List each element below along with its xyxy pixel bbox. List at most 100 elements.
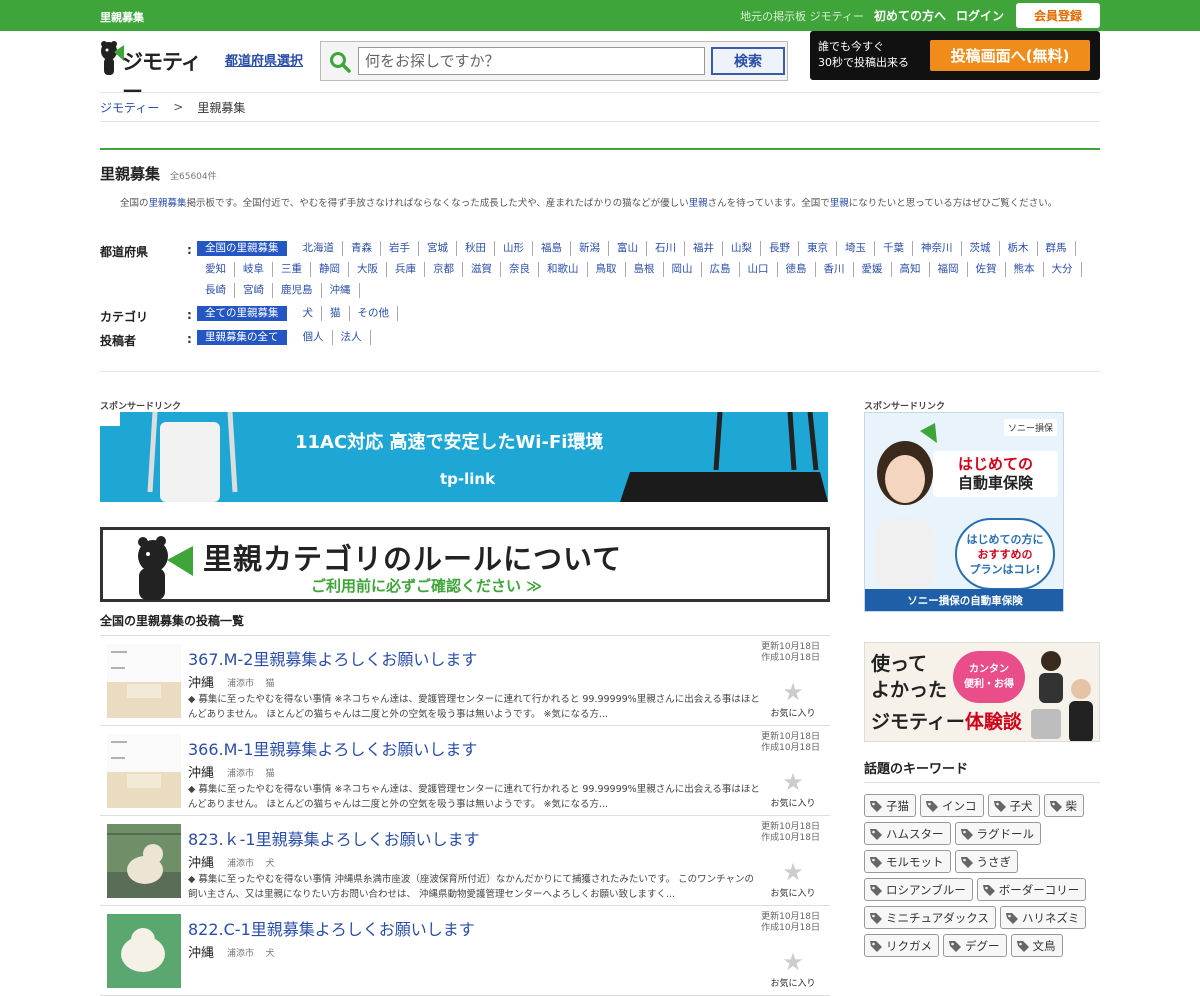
pref-filter-item[interactable]: 神奈川 — [913, 241, 962, 256]
listing-thumbnail[interactable] — [107, 734, 181, 808]
pref-filter-item[interactable]: 新潟 — [571, 241, 609, 256]
pref-filter-item[interactable]: 岩手 — [381, 241, 419, 256]
prefecture-select-link[interactable]: 都道府県選択 — [225, 50, 303, 69]
pref-filter-item[interactable]: 宮崎 — [235, 283, 273, 298]
favorite-button[interactable]: ★ お気に入り — [768, 770, 818, 809]
pref-filter-item[interactable]: 三重 — [273, 262, 311, 277]
search-input[interactable] — [358, 47, 705, 75]
category-filter-item[interactable]: 犬 — [295, 306, 322, 321]
keyword-tag[interactable]: ボーダーコリー — [976, 878, 1087, 901]
listing-title-link[interactable]: 366.M-1里親募集よろしくお願いします — [188, 736, 477, 760]
category-filter-active[interactable]: 全ての里親募集 — [197, 306, 287, 321]
listing-thumbnail[interactable] — [107, 644, 181, 718]
pref-filter-item[interactable]: 福岡 — [930, 262, 968, 277]
breadcrumb-home[interactable]: ジモティー — [100, 99, 159, 116]
poster-filter-active[interactable]: 里親募集の全て — [197, 330, 287, 345]
keyword-tag[interactable]: 子猫 — [864, 794, 916, 817]
poster-filter-item[interactable]: 個人 — [295, 330, 333, 345]
pref-filter-item[interactable]: 和歌山 — [539, 262, 588, 277]
pref-filter-item[interactable]: 茨城 — [962, 241, 1000, 256]
list-item[interactable]: 822.C-1里親募集よろしくお願いします 沖縄 浦添市 犬更新10月18日 作成10… — [100, 906, 830, 996]
pref-filter-item[interactable]: 広島 — [702, 262, 740, 277]
first-time-link[interactable]: 初めての方へ — [874, 7, 946, 24]
keyword-tag[interactable]: 柴 — [1043, 794, 1084, 817]
search-button[interactable]: 検索 — [711, 47, 785, 75]
experience-banner[interactable]: 使って よかった カンタン 便利・お得 ジモティー体験談 — [864, 642, 1100, 742]
site-logo[interactable]: ジモティー — [100, 39, 220, 104]
listing-title-link[interactable]: 823.ｋ-1里親募集よろしくお願いします — [188, 826, 480, 850]
pref-filter-item[interactable]: 北海道 — [295, 241, 343, 256]
desc-link-satooya-boshu[interactable]: 里親募集 — [149, 198, 187, 209]
pref-filter-item[interactable]: 福島 — [533, 241, 571, 256]
desc-link-satooya-2[interactable]: 里親 — [830, 198, 849, 209]
pref-filter-item[interactable]: 山形 — [495, 241, 533, 256]
category-filter-item[interactable]: 猫 — [322, 306, 350, 321]
login-link[interactable]: ログイン — [956, 7, 1004, 24]
pref-filter-item[interactable]: 兵庫 — [387, 262, 425, 277]
pref-filter-item[interactable]: 高知 — [892, 262, 930, 277]
keyword-tag[interactable]: ロシアンブルー — [864, 878, 973, 901]
keyword-tag[interactable]: 文鳥 — [1010, 934, 1063, 957]
pref-filter-item[interactable]: 奈良 — [501, 262, 539, 277]
pref-filter-item[interactable]: 大分 — [1044, 262, 1082, 277]
listing-thumbnail[interactable] — [107, 824, 181, 898]
pref-filter-item[interactable]: 青森 — [343, 241, 381, 256]
keyword-tag[interactable]: ラグドール — [954, 822, 1041, 845]
pref-filter-item[interactable]: 栃木 — [1000, 241, 1038, 256]
pref-filter-item[interactable]: 群馬 — [1038, 241, 1076, 256]
listing-title-link[interactable]: 367.M-2里親募集よろしくお願いします — [188, 646, 477, 670]
keyword-tag[interactable]: ミニチュアダックス — [864, 906, 996, 929]
pref-filter-item[interactable]: 千葉 — [875, 241, 913, 256]
pref-filter-item[interactable]: 京都 — [425, 262, 463, 277]
keyword-tag[interactable]: 子犬 — [987, 794, 1040, 817]
pref-filter-item[interactable]: 長崎 — [197, 283, 235, 298]
keyword-tag[interactable]: リクガメ — [864, 934, 939, 957]
pref-filter-item[interactable]: 石川 — [647, 241, 685, 256]
ad-banner-tplink[interactable]: 11AC対応 高速で安定したWi-Fi環境 tp-link — [100, 412, 828, 502]
category-filter-item[interactable]: その他 — [350, 306, 398, 321]
rule-banner[interactable]: 里親カテゴリのルールについて ご利用前に必ずご確認ください ≫ — [100, 527, 830, 602]
keyword-tag[interactable]: うさぎ — [954, 850, 1018, 873]
pref-filter-item[interactable]: 徳島 — [778, 262, 816, 277]
ad-side-sony[interactable]: ソニー損保 はじめての 自動車保険 はじめての方に おすすめの プランはコレ! … — [864, 412, 1064, 612]
poster-filter-item[interactable]: 法人 — [333, 330, 371, 345]
pref-filter-item[interactable]: 島根 — [626, 262, 664, 277]
pref-filter-item[interactable]: 岐阜 — [235, 262, 273, 277]
favorite-button[interactable]: ★ お気に入り — [768, 950, 818, 989]
pref-filter-item[interactable]: 熊本 — [1006, 262, 1044, 277]
pref-filter-item[interactable]: 鹿児島 — [273, 283, 322, 298]
pref-filter-item[interactable]: 長野 — [761, 241, 799, 256]
desc-link-satooya[interactable]: 里親 — [689, 198, 708, 209]
pref-filter-item[interactable]: 静岡 — [311, 262, 349, 277]
pref-filter-item[interactable]: 秋田 — [457, 241, 495, 256]
favorite-button[interactable]: ★ お気に入り — [768, 680, 818, 719]
pref-filter-item[interactable]: 沖縄 — [322, 283, 360, 298]
pref-filter-item[interactable]: 愛知 — [197, 262, 235, 277]
keyword-tag[interactable]: ハリネズミ — [999, 906, 1087, 929]
pref-filter-item[interactable]: 佐賀 — [968, 262, 1006, 277]
post-button[interactable]: 投稿画面へ(無料) — [930, 40, 1090, 71]
favorite-button[interactable]: ★ お気に入り — [768, 860, 818, 899]
pref-filter-item[interactable]: 東京 — [799, 241, 837, 256]
pref-filter-item[interactable]: 埼玉 — [837, 241, 875, 256]
keyword-tag[interactable]: インコ — [920, 794, 984, 817]
pref-filter-item[interactable]: 鳥取 — [588, 262, 626, 277]
pref-filter-item[interactable]: 福井 — [685, 241, 723, 256]
pref-filter-item[interactable]: 宮城 — [419, 241, 457, 256]
pref-filter-item[interactable]: 岡山 — [664, 262, 702, 277]
pref-filter-item[interactable]: 富山 — [609, 241, 647, 256]
pref-filter-item[interactable]: 大阪 — [349, 262, 387, 277]
pref-filter-item[interactable]: 香川 — [816, 262, 854, 277]
keyword-tag[interactable]: ハムスター — [864, 822, 951, 845]
list-item[interactable]: 366.M-1里親募集よろしくお願いします 沖縄 浦添市 猫 ◆ 募集に至ったやむを得… — [100, 726, 830, 816]
pref-filter-item[interactable]: 滋賀 — [463, 262, 501, 277]
listing-thumbnail[interactable] — [107, 914, 181, 988]
list-item[interactable]: 367.M-2里親募集よろしくお願いします 沖縄 浦添市 猫 ◆ 募集に至ったやむを得… — [100, 636, 830, 726]
keyword-tag[interactable]: モルモット — [864, 850, 951, 873]
keyword-tag[interactable]: デグー — [943, 934, 1007, 957]
list-item[interactable]: 823.ｋ-1里親募集よろしくお願いします 沖縄 浦添市 犬 ◆ 募集に至ったやむを得… — [100, 816, 830, 906]
pref-filter-active[interactable]: 全国の里親募集 — [197, 241, 287, 256]
pref-filter-item[interactable]: 愛媛 — [854, 262, 892, 277]
pref-filter-item[interactable]: 山口 — [740, 262, 778, 277]
listing-title-link[interactable]: 822.C-1里親募集よろしくお願いします — [188, 916, 475, 940]
